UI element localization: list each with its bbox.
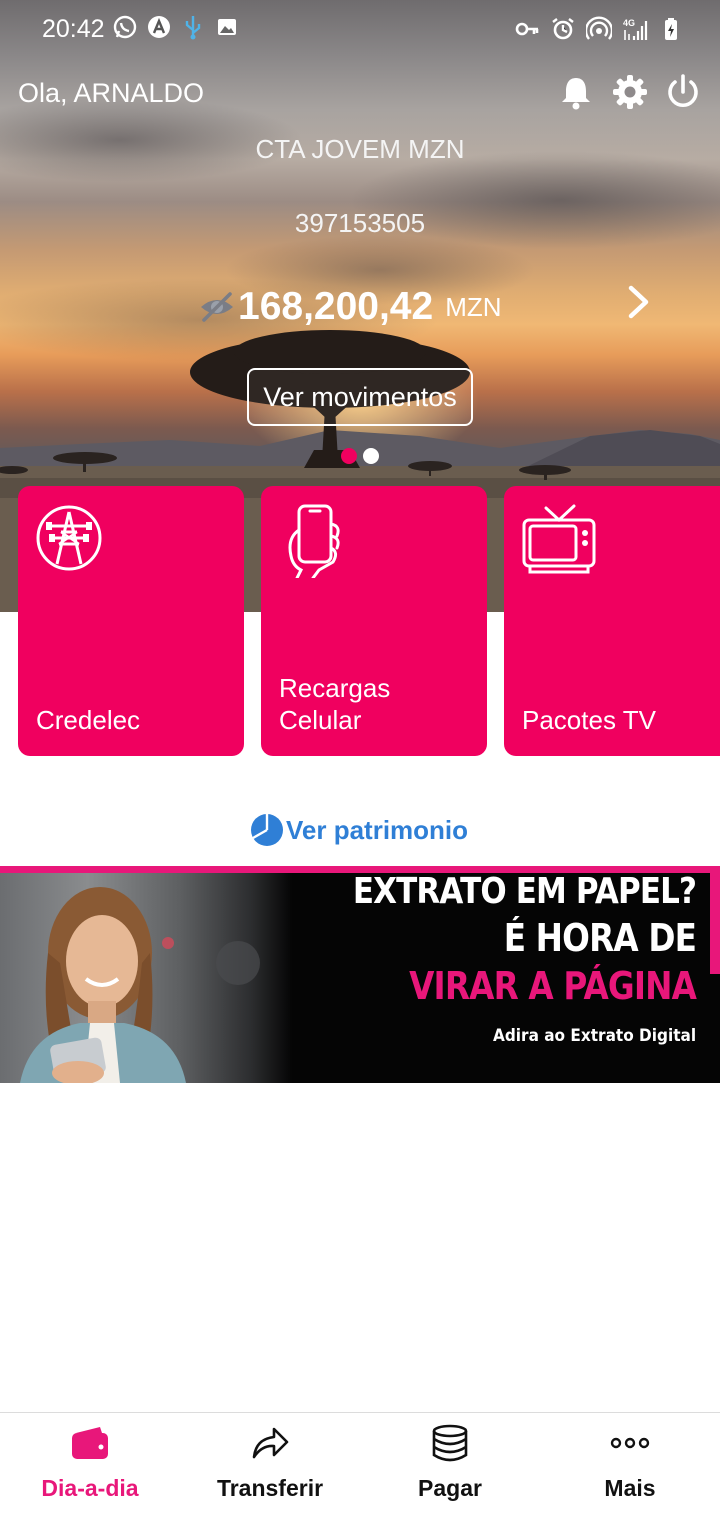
chevron-right-icon[interactable] [624, 282, 654, 322]
nav-label-mais: Mais [604, 1475, 656, 1501]
nav-transferir[interactable]: Transferir [180, 1413, 360, 1520]
banner-line-1: EXTRATO EM PAPEL? [352, 871, 697, 912]
image-icon [218, 19, 236, 35]
bell-icon[interactable] [556, 72, 596, 112]
nav-label-pagar: Pagar [418, 1475, 482, 1501]
status-system-icons: 4G [514, 16, 684, 42]
nav-label-transferir: Transferir [216, 1475, 324, 1501]
battery-charging-icon [665, 18, 677, 40]
status-notification-icons [112, 14, 240, 40]
phone-hand-icon [288, 504, 340, 578]
promo-banner[interactable]: EXTRATO EM PAPEL? É HORA DE VIRAR A PÁGI… [0, 866, 720, 1083]
card-pacotes-tv[interactable]: Pacotes TV [504, 486, 720, 756]
banner-line-2: É HORA DE [503, 916, 697, 960]
banner-line-4: Adira ao Extrato Digital [492, 1026, 696, 1046]
pie-chart-icon [251, 814, 283, 846]
status-time: 20:42 [42, 15, 105, 43]
network-type-text: 4G [623, 18, 635, 28]
banner-line-3: VIRAR A PÁGINA [409, 964, 697, 1008]
card-recargas-celular[interactable]: Recargas Celular [261, 486, 487, 756]
banner-woman-photo [0, 873, 292, 1083]
banner-pink-right [710, 866, 720, 974]
card-label-pacotes-tv: Pacotes TV [522, 705, 656, 735]
eye-off-icon[interactable] [198, 290, 236, 324]
coins-stack-icon [432, 1424, 468, 1462]
account-balance: 168,200,42 [238, 285, 434, 328]
electricity-tower-icon [36, 505, 102, 571]
card-credelec[interactable]: Credelec [18, 486, 244, 756]
nav-mais[interactable]: Mais [540, 1413, 720, 1520]
carousel-dot-2[interactable] [363, 448, 379, 464]
hotspot-icon [586, 16, 612, 40]
power-icon[interactable] [663, 72, 703, 112]
greeting: Ola, ARNALDO [18, 78, 205, 108]
nav-dia-a-dia[interactable]: Dia-a-dia [0, 1413, 180, 1520]
usb-icon [185, 16, 201, 40]
banner-text: EXTRATO EM PAPEL? É HORA DE VIRAR A PÁGI… [297, 870, 697, 1046]
wallet-icon [72, 1427, 108, 1459]
app-a-icon [148, 16, 170, 38]
balance-currency: MZN [445, 291, 502, 322]
carousel-dot-1[interactable] [341, 448, 357, 464]
gear-icon[interactable] [610, 72, 650, 112]
signal-4g-icon: 4G [623, 18, 648, 40]
view-movements-button[interactable]: Ver movimentos [247, 368, 473, 426]
more-dots-icon [610, 1437, 650, 1449]
carousel-indicator [341, 448, 379, 464]
patrimonio-label: Ver patrimonio [286, 814, 469, 845]
woman-with-phone-illustration [20, 887, 260, 1083]
view-patrimonio-link[interactable]: Ver patrimonio [250, 812, 468, 848]
tv-icon [522, 504, 596, 574]
balance-row: 168,200,42 MZN [198, 282, 502, 332]
card-label-recargas: Recargas Celular [279, 673, 391, 735]
account-number: 397153505 [294, 208, 426, 238]
nav-pagar[interactable]: Pagar [360, 1413, 540, 1520]
vpn-key-icon [515, 22, 539, 36]
account-name: CTA JOVEM MZN [255, 134, 465, 164]
nav-label-dia-a-dia: Dia-a-dia [41, 1475, 139, 1501]
share-arrow-icon [252, 1427, 289, 1459]
bottom-navigation: Dia-a-dia Transferir Pagar Mais [0, 1412, 720, 1520]
alarm-icon [552, 18, 574, 40]
whatsapp-icon [113, 15, 137, 39]
status-bar: 20:42 4G [0, 0, 720, 60]
card-label-credelec: Credelec [36, 705, 141, 735]
